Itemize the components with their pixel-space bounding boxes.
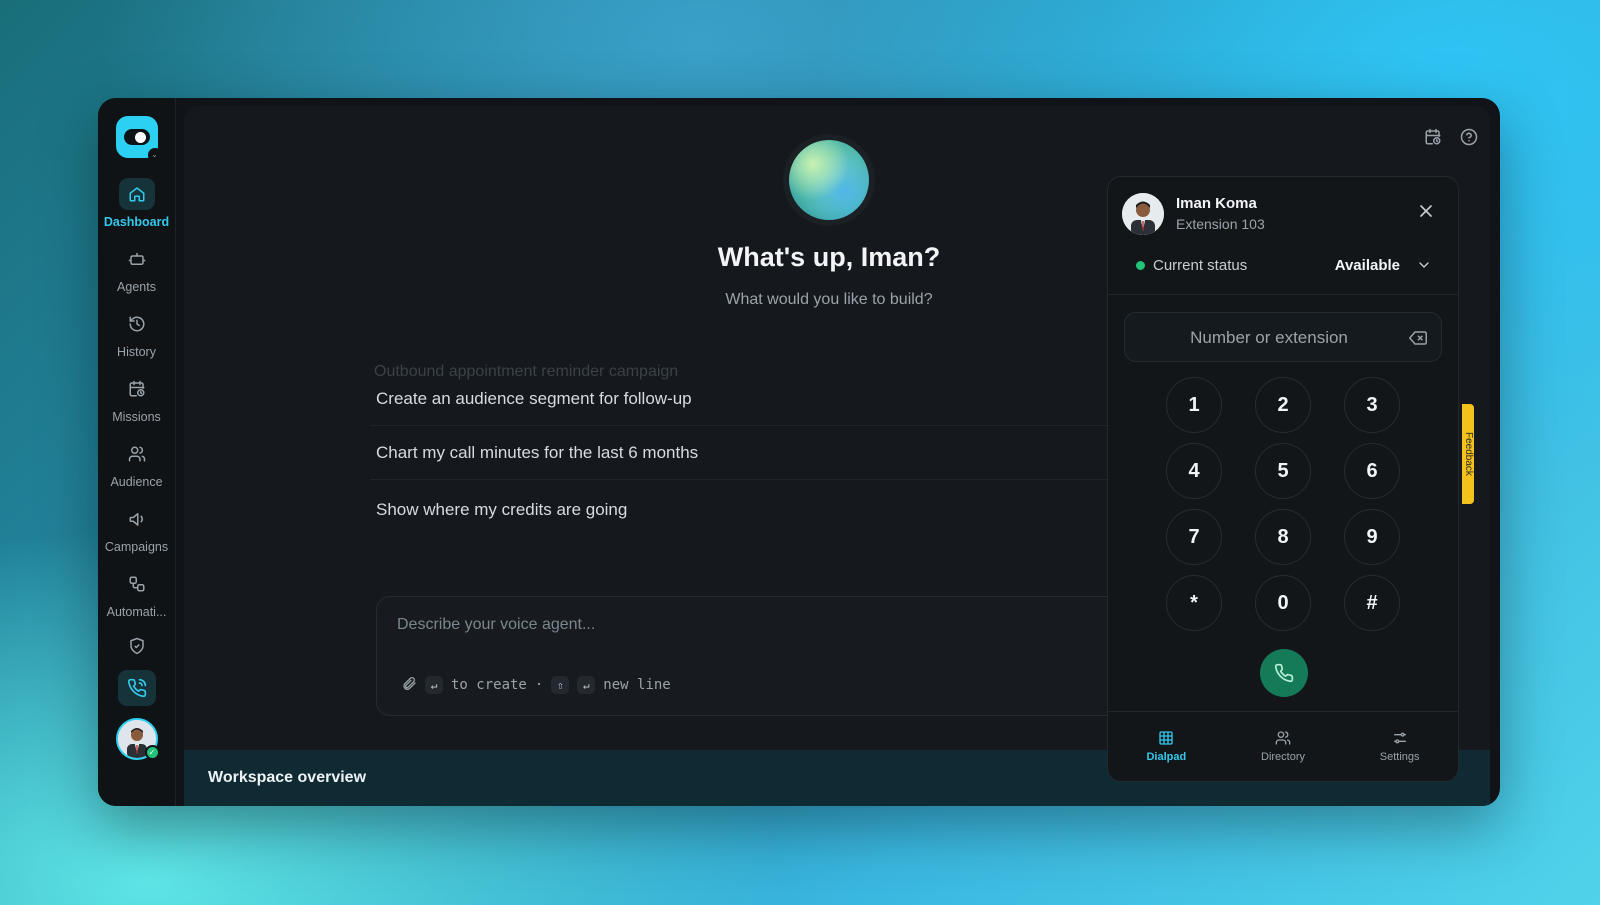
- sidebar-item-campaigns[interactable]: Campaigns: [98, 503, 176, 554]
- home-icon: [118, 178, 155, 210]
- avatar: [1122, 193, 1164, 235]
- shield-icon[interactable]: [128, 637, 146, 660]
- key-0[interactable]: 0: [1255, 575, 1311, 631]
- dial-input-box: [1124, 312, 1442, 362]
- phone-call-icon: [127, 678, 146, 698]
- number-input[interactable]: [1139, 325, 1399, 351]
- key-3[interactable]: 3: [1344, 377, 1400, 433]
- tab-dialpad[interactable]: Dialpad: [1108, 712, 1225, 781]
- shift-key-icon: ⇧: [551, 676, 570, 694]
- status-indicator: Current status: [1136, 257, 1247, 274]
- suggestion-item[interactable]: Create an audience segment for follow-up: [370, 372, 1130, 426]
- sidebar-item-label: Missions: [112, 410, 161, 424]
- robot-icon: [119, 243, 155, 275]
- user-portrait-icon: [1122, 193, 1164, 235]
- key-4[interactable]: 4: [1166, 443, 1222, 499]
- prompt-input[interactable]: [397, 613, 1077, 637]
- tab-label: Dialpad: [1146, 751, 1187, 763]
- status-dot: [1136, 261, 1145, 270]
- main-panel: What's up, Iman? What would you like to …: [184, 106, 1490, 806]
- key-hash[interactable]: #: [1344, 575, 1400, 631]
- grid-icon: [1159, 731, 1173, 745]
- tab-settings[interactable]: Settings: [1341, 712, 1458, 781]
- key-star[interactable]: *: [1166, 575, 1222, 631]
- hint-newline: new line: [603, 677, 671, 693]
- sidebar: ⌄ Dashboard Agents History Missions Audi…: [98, 98, 176, 806]
- megaphone-icon: [119, 503, 155, 535]
- workflow-icon: [119, 568, 155, 600]
- sidebar-item-agents[interactable]: Agents: [98, 243, 176, 294]
- key-9[interactable]: 9: [1344, 509, 1400, 565]
- composer: ↵ to create · ⇧ ↵ new line: [376, 596, 1136, 716]
- sidebar-item-label: Dashboard: [103, 215, 170, 229]
- close-icon[interactable]: [1416, 201, 1436, 221]
- key-1[interactable]: 1: [1166, 377, 1222, 433]
- suggestion-list: Create an audience segment for follow-up…: [370, 372, 1130, 540]
- sidebar-item-dashboard[interactable]: Dashboard: [98, 178, 176, 229]
- online-check-icon: ✓: [144, 745, 160, 760]
- sidebar-item-missions[interactable]: Missions: [98, 373, 176, 424]
- chevron-down-icon[interactable]: [1416, 257, 1432, 273]
- keypad: 1 2 3 4 5 6 7 8 9 * 0 #: [1166, 377, 1402, 631]
- assistant-orb: [789, 140, 869, 220]
- sliders-icon: [1393, 732, 1406, 744]
- sidebar-item-automations[interactable]: Automati...: [98, 568, 176, 619]
- key-8[interactable]: 8: [1255, 509, 1311, 565]
- app-window: ⌄ Dashboard Agents History Missions Audi…: [98, 98, 1500, 806]
- suggestion-item[interactable]: Chart my call minutes for the last 6 mon…: [370, 426, 1130, 480]
- sidebar-item-audience[interactable]: Audience: [98, 438, 176, 489]
- enter-key-icon: ↵: [577, 676, 596, 694]
- dialer-toggle-button[interactable]: [117, 670, 156, 706]
- sidebar-item-label: Automati...: [106, 605, 167, 619]
- key-2[interactable]: 2: [1255, 377, 1311, 433]
- tab-label: Directory: [1261, 751, 1306, 763]
- dialer-panel: Iman Koma Extension 103 Current status A…: [1107, 176, 1459, 782]
- sidebar-item-label: Audience: [110, 475, 163, 489]
- sidebar-item-label: History: [117, 345, 156, 359]
- dialer-tabs: Dialpad Directory Settings: [1108, 711, 1458, 781]
- users-icon: [1275, 731, 1291, 745]
- tab-label: Settings: [1379, 751, 1420, 763]
- chevron-down-icon: ⌄: [147, 148, 162, 162]
- backspace-icon[interactable]: [1409, 329, 1427, 347]
- status-label: Current status: [1153, 257, 1248, 274]
- hint-separator: ·: [534, 677, 544, 693]
- key-6[interactable]: 6: [1344, 443, 1400, 499]
- calendar-clock-icon[interactable]: [1424, 128, 1442, 151]
- dialer-user-name: Iman Koma: [1176, 195, 1257, 212]
- hint-create: to create: [451, 677, 527, 693]
- users-icon: [119, 438, 155, 470]
- footer-title: Workspace overview: [208, 769, 367, 786]
- tab-directory[interactable]: Directory: [1225, 712, 1342, 781]
- dialer-header: Iman Koma Extension 103 Current status A…: [1108, 177, 1458, 295]
- sidebar-item-label: Agents: [117, 280, 156, 294]
- avatar[interactable]: ✓: [115, 718, 160, 760]
- workspace-switcher[interactable]: ⌄: [115, 116, 162, 162]
- calendar-clock-icon: [119, 373, 155, 405]
- feedback-tab[interactable]: Feedback: [1462, 404, 1474, 504]
- paperclip-icon[interactable]: [401, 675, 417, 695]
- key-5[interactable]: 5: [1255, 443, 1311, 499]
- sidebar-item-label: Campaigns: [104, 540, 169, 554]
- enter-key-icon: ↵: [425, 676, 443, 694]
- suggestion-item[interactable]: Show where my credits are going: [370, 480, 1130, 540]
- help-icon[interactable]: [1460, 128, 1478, 151]
- key-7[interactable]: 7: [1166, 509, 1222, 565]
- status-select[interactable]: Available: [1335, 257, 1400, 274]
- history-icon: [119, 308, 155, 340]
- logo-dot: [134, 132, 146, 143]
- dialer-extension: Extension 103: [1176, 216, 1265, 232]
- composer-hints: ↵ to create · ⇧ ↵ new line: [401, 675, 671, 695]
- sidebar-item-history[interactable]: History: [98, 308, 176, 359]
- phone-icon: [1274, 663, 1294, 683]
- top-toolbar: [1424, 128, 1478, 151]
- call-button[interactable]: [1260, 649, 1308, 697]
